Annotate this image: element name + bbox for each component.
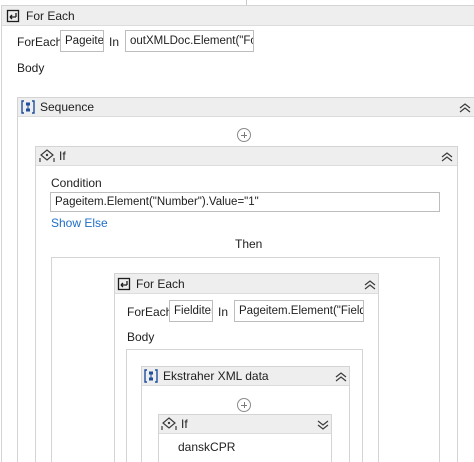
- collapse-icon[interactable]: [440, 151, 454, 163]
- if-icon: [39, 149, 55, 162]
- if-icon: [161, 417, 177, 430]
- inner-in-label: In: [218, 305, 229, 319]
- foreach-icon: [6, 9, 20, 23]
- inner-body-label: Body: [127, 330, 155, 344]
- outer-foreach-title: For Each: [26, 9, 75, 23]
- extract-xml-header[interactable]: Ekstraher XML data: [142, 367, 349, 386]
- inner-foreach-header[interactable]: For Each: [115, 274, 378, 294]
- outer-item-variable-input[interactable]: Pageiter: [60, 30, 104, 52]
- inner-item-variable-input[interactable]: Fielditen: [169, 300, 213, 322]
- collapse-icon[interactable]: [363, 279, 377, 291]
- outer-foreach-label: ForEach: [17, 35, 63, 49]
- condition-label: Condition: [51, 176, 102, 190]
- inner-foreach-title: For Each: [136, 277, 185, 291]
- inner-if-title: If: [181, 417, 188, 431]
- expand-icon[interactable]: [316, 419, 330, 431]
- add-activity-icon[interactable]: [237, 398, 251, 412]
- outer-foreach-header[interactable]: For Each: [2, 6, 474, 26]
- outer-body-label: Body: [17, 61, 45, 75]
- extract-xml-title: Ekstraher XML data: [163, 369, 269, 383]
- then-label: Then: [235, 237, 263, 251]
- if-header[interactable]: If: [36, 147, 457, 166]
- condition-input[interactable]: Pageitem.Element("Number").Value="1": [50, 192, 440, 212]
- inner-collection-input[interactable]: Pageitem.Element("Fields": [234, 300, 364, 322]
- collapse-icon[interactable]: [334, 371, 348, 383]
- sequence-icon: [21, 100, 35, 114]
- if-title: If: [59, 149, 66, 163]
- show-else-link[interactable]: Show Else: [51, 216, 108, 230]
- sequence-header[interactable]: Sequence: [18, 98, 474, 117]
- inner-if-content-label: danskCPR: [178, 440, 236, 454]
- add-activity-icon[interactable]: [237, 128, 251, 142]
- inner-foreach-label: ForEach: [127, 305, 173, 319]
- sequence-title: Sequence: [40, 100, 95, 114]
- collapse-icon[interactable]: [458, 102, 472, 114]
- outer-collection-input[interactable]: outXMLDoc.Element("Forr: [125, 30, 254, 52]
- foreach-icon: [117, 277, 131, 291]
- outer-in-label: In: [109, 35, 120, 49]
- inner-if-header[interactable]: If: [159, 415, 331, 434]
- sequence-icon: [144, 369, 158, 383]
